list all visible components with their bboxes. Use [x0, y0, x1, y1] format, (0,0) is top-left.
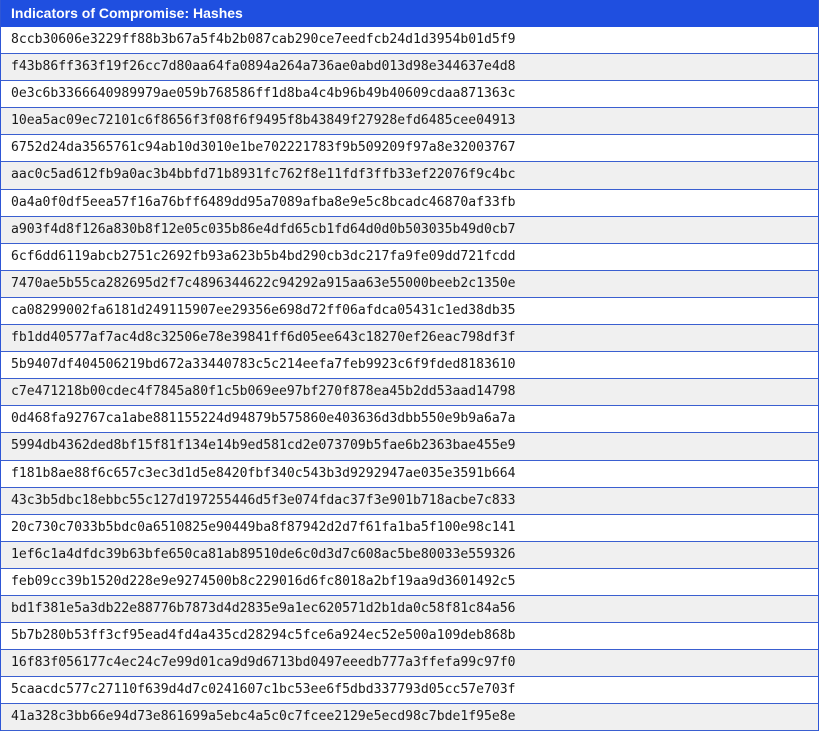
hash-row: 1ef6c1a4dfdc39b63bfe650ca81ab89510de6c0d…	[1, 541, 818, 569]
hash-row: ca08299002fa6181d249115907ee29356e698d72…	[1, 297, 818, 326]
hash-row: f181b8ae88f6c657c3ec3d1d5e8420fbf340c543…	[1, 460, 818, 488]
hash-row: 5b9407df404506219bd672a33440783c5c214eef…	[1, 352, 818, 380]
hash-row: 6cf6dd6119abcb2751c2692fb93a623b5b4bd290…	[1, 243, 818, 271]
hash-row: fb1dd40577af7ac4d8c32506e78e39841ff6d05e…	[1, 325, 818, 353]
hash-row: 10ea5ac09ec72101c6f8656f3f08f6f9495f8b43…	[1, 108, 818, 136]
hash-row: 5994db4362ded8bf15f81f134e14b9ed581cd2e0…	[1, 433, 818, 461]
hash-row: 0e3c6b3366640989979ae059b768586ff1d8ba4c…	[1, 81, 818, 109]
hash-row: a903f4d8f126a830b8f12e05c035b86e4dfd65cb…	[1, 216, 818, 244]
table-header: Indicators of Compromise: Hashes	[1, 0, 818, 27]
hash-row: feb09cc39b1520d228e9e9274500b8c229016d6f…	[1, 568, 818, 596]
hash-row: 41a328c3bb66e94d73e861699a5ebc4a5c0c7fce…	[1, 704, 818, 732]
ioc-hash-table: Indicators of Compromise: Hashes 8ccb306…	[0, 0, 819, 732]
hash-row: f43b86ff363f19f26cc7d80aa64fa0894a264a73…	[1, 54, 818, 82]
hash-row: aac0c5ad612fb9a0ac3b4bbfd71b8931fc762f8e…	[1, 162, 818, 190]
hash-row: 7470ae5b55ca282695d2f7c4896344622c94292a…	[1, 270, 818, 298]
hash-row: 43c3b5dbc18ebbc55c127d197255446d5f3e074f…	[1, 487, 818, 515]
table-body: 8ccb30606e3229ff88b3b67a5f4b2b087cab290c…	[1, 27, 818, 732]
hash-row: 0a4a0f0df5eea57f16a76bff6489dd95a7089afb…	[1, 189, 818, 217]
hash-row: c7e471218b00cdec4f7845a80f1c5b069ee97bf2…	[1, 379, 818, 407]
hash-row: bd1f381e5a3db22e88776b7873d4d2835e9a1ec6…	[1, 595, 818, 624]
hash-row: 0d468fa92767ca1abe881155224d94879b575860…	[1, 406, 818, 434]
hash-row: 6752d24da3565761c94ab10d3010e1be70222178…	[1, 135, 818, 163]
hash-row: 16f83f056177c4ec24c7e99d01ca9d9d6713bd04…	[1, 650, 818, 678]
hash-row: 8ccb30606e3229ff88b3b67a5f4b2b087cab290c…	[1, 27, 818, 55]
hash-row: 5b7b280b53ff3cf95ead4fd4a435cd28294c5fce…	[1, 623, 818, 651]
hash-row: 5caacdc577c27110f639d4d7c0241607c1bc53ee…	[1, 677, 818, 705]
hash-row: 20c730c7033b5bdc0a6510825e90449ba8f87942…	[1, 514, 818, 542]
